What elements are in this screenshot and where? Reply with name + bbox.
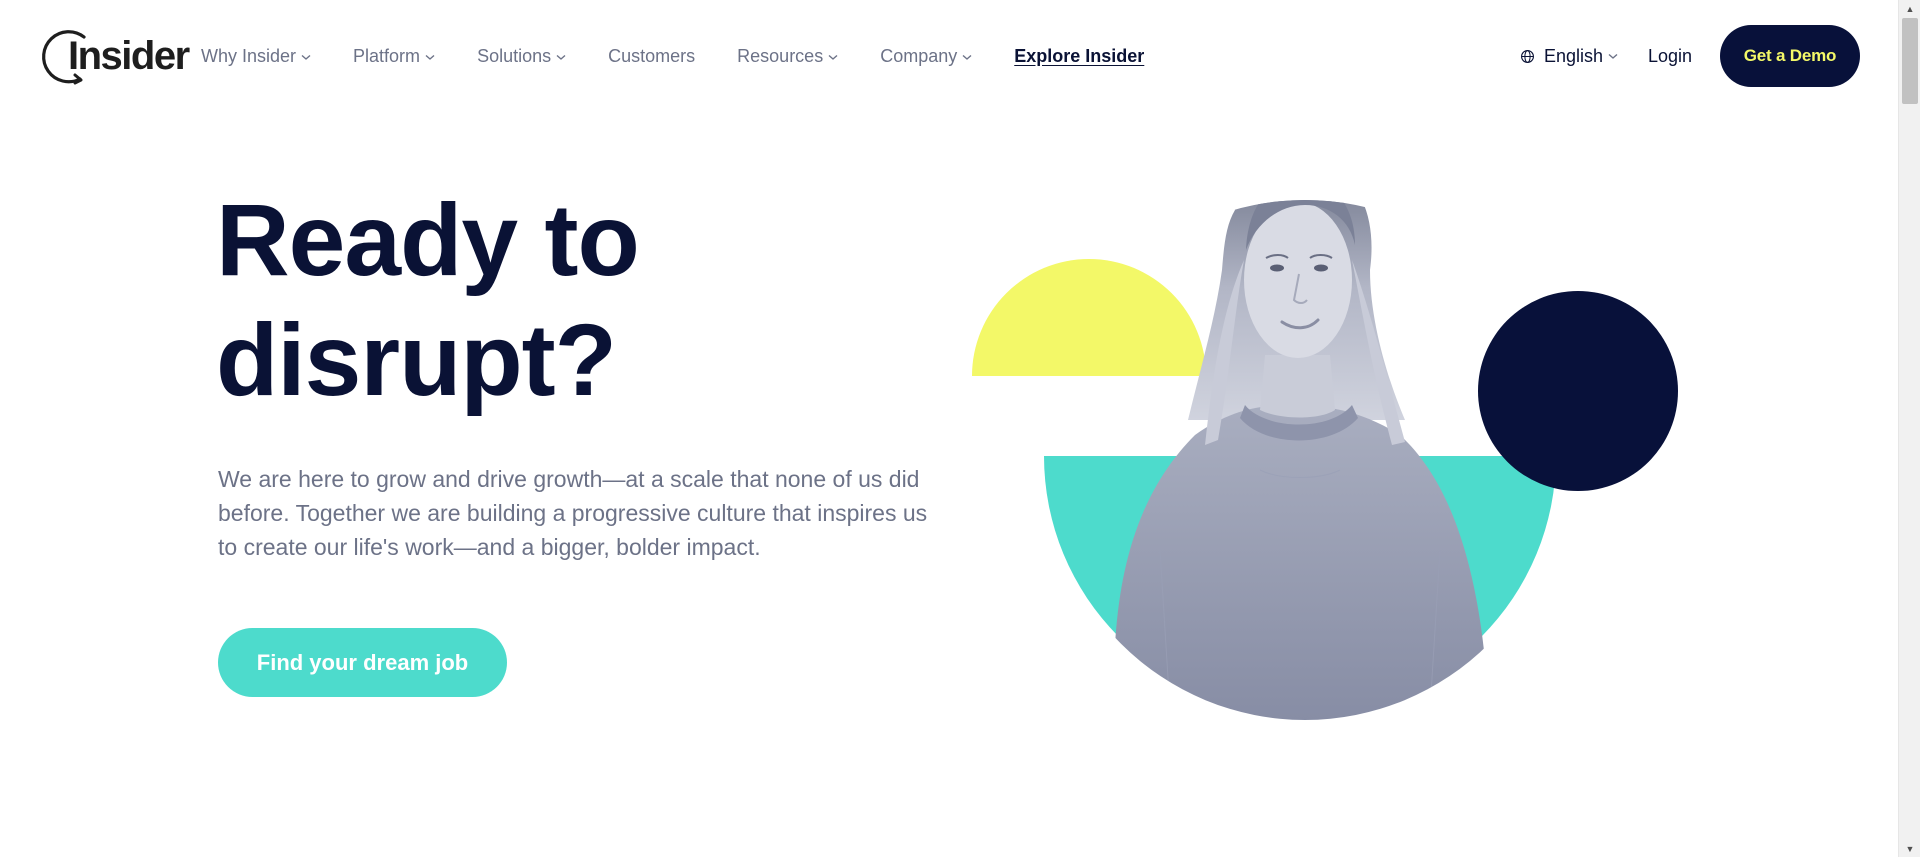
globe-icon [1521,49,1534,63]
chevron-down-icon [962,54,972,60]
nav-item-solutions[interactable]: Solutions [477,41,567,71]
find-dream-job-button[interactable]: Find your dream job [218,628,507,697]
nav-item-explore-insider[interactable]: Explore Insider [1014,41,1144,71]
chevron-down-icon [828,54,838,60]
chevron-down-icon [425,54,435,60]
yellow-half-circle [972,259,1206,376]
insider-logo[interactable]: Insider [40,28,190,86]
chevron-down-icon [301,54,311,60]
navy-circle [1478,291,1678,491]
language-selector[interactable]: English [1520,41,1619,71]
nav-item-customers[interactable]: Customers [608,41,695,71]
arrow-up-icon[interactable]: ▲ [1899,0,1920,17]
hero-title-line-1: Ready to [216,183,640,297]
nav-item-label: Why Insider [201,46,297,66]
nav-item-label: Company [880,46,958,66]
scrollbar-thumb[interactable] [1902,18,1918,104]
nav-item-label: Resources [737,46,824,66]
arrow-down-icon[interactable]: ▼ [1899,840,1920,857]
nav-item-label: Solutions [477,46,552,66]
hero-title-line-2: disrupt? [216,303,617,417]
nav-item-label: Platform [353,46,421,66]
person-photo [1113,200,1490,720]
hero-title: Ready to disrupt? [216,180,916,420]
logo-wordmark: Insider [68,34,190,78]
get-a-demo-button[interactable]: Get a Demo [1720,25,1860,87]
hero-illustration [972,200,1678,720]
chevron-down-icon [556,54,566,60]
hero-description: We are here to grow and drive growth—at … [218,466,928,560]
nav-item-resources[interactable]: Resources [737,41,839,71]
language-label: English [1544,45,1604,66]
main-nav: Why Insider Platform Solutions Customers… [201,41,1144,71]
login-link[interactable]: Login [1648,41,1692,71]
nav-item-company[interactable]: Company [880,41,973,71]
chevron-down-icon [1608,53,1618,59]
site-header: Insider Why Insider Platform Solutions C… [0,0,1898,112]
nav-item-label: Customers [608,46,696,66]
nav-item-why-insider[interactable]: Why Insider [201,41,312,71]
page-scrollbar[interactable]: ▲ ▼ [1898,0,1920,857]
nav-item-platform[interactable]: Platform [353,41,436,71]
nav-item-label: Explore Insider [1014,46,1145,66]
